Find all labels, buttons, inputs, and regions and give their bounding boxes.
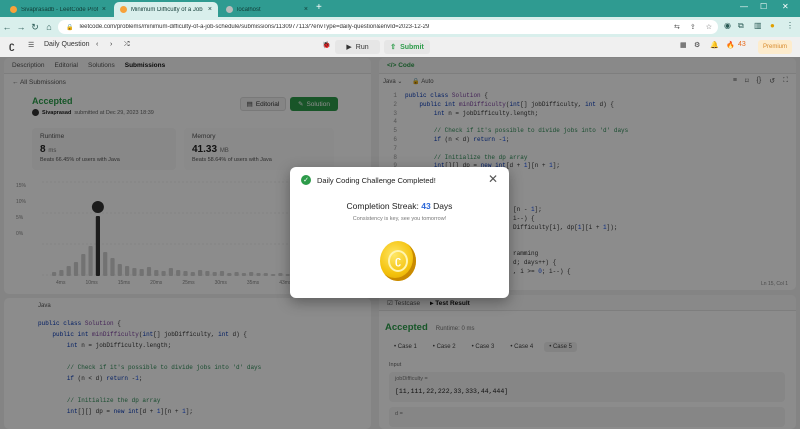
url-field[interactable]: 🔒 leetcode.com/problems/minimum-difficul… [58,20,718,34]
problem-list-title[interactable]: Daily Question [44,41,90,48]
sidebar-icon[interactable]: ▥ [754,21,762,30]
browser-tab-profile[interactable]: Sivaprasadb - LeetCode Profile × [4,2,112,17]
settings-gear-icon[interactable]: ⚙ [694,41,700,49]
minimize-icon[interactable]: — [740,2,748,11]
close-icon[interactable]: × [304,6,308,13]
streak-fire-icon[interactable]: 🔥 [726,41,735,49]
bookmark-star-icon[interactable]: ☆ [706,23,712,31]
leetcode-favicon [120,6,127,13]
dialog-title: Daily Coding Challenge Completed! [317,175,436,185]
check-circle-icon: ✓ [301,175,311,185]
new-tab-icon[interactable]: + [316,2,322,13]
globe-icon [226,6,233,13]
translate-icon[interactable]: ⇆ [674,23,680,31]
challenge-completed-dialog: ✓ Daily Coding Challenge Completed! ✕ Co… [290,167,509,298]
leetcode-logo[interactable]: ʗ [9,41,20,53]
extension-icon[interactable]: ◉ [724,21,731,30]
completion-streak: Completion Streak: 43 Days [346,201,453,211]
forward-icon[interactable]: → [14,22,28,32]
maximize-icon[interactable]: ☐ [760,2,767,11]
share-icon[interactable]: ⇪ [690,23,696,31]
dialog-close-button[interactable]: ✕ [488,172,498,186]
problem-list-icon[interactable]: ☰ [28,41,34,49]
next-problem-icon[interactable]: › [110,41,112,48]
extensions-puzzle-icon[interactable]: ⧉ [738,21,744,31]
close-icon[interactable]: × [102,6,106,13]
header-streak-count: 43 [738,41,746,48]
lock-icon: 🔒 [66,24,74,31]
streak-count: 43 [421,201,431,211]
submit-button[interactable]: ⇧ Submit [384,40,430,54]
upload-icon: ⇧ [390,44,397,51]
menu-dots-icon[interactable]: ⋮ [786,21,794,30]
browser-tab-bar: Sivaprasadb - LeetCode Profile × Minimum… [0,0,800,17]
reload-icon[interactable]: ↻ [28,22,42,33]
leetcode-favicon [10,6,17,13]
premium-button[interactable]: Premium [758,40,792,54]
run-button[interactable]: ▶ Run [335,40,380,54]
close-icon[interactable]: × [208,6,212,13]
leetcode-header: ʗ ☰ Daily Question ‹ › ⤮ 🐞 ▶ Run ⇧ Submi… [0,37,800,57]
browser-tab-localhost[interactable]: localhost × [220,2,314,17]
back-icon[interactable]: ← [0,22,14,32]
notification-icon[interactable]: 🔔 [710,41,719,49]
prev-problem-icon[interactable]: ‹ [96,41,98,48]
window-close-icon[interactable]: ✕ [782,2,789,11]
layout-icon[interactable]: ▦ [680,41,687,49]
profile-avatar[interactable]: ● [770,21,775,30]
play-icon: ▶ [346,44,352,51]
shuffle-icon[interactable]: ⤮ [124,41,130,49]
home-icon[interactable]: ⌂ [42,22,56,32]
browser-tab-problem[interactable]: Minimum Difficulty of a Job Sc... × [114,2,218,17]
address-toolbar: ← → ↻ ⌂ 🔒 leetcode.com/problems/minimum-… [0,17,800,37]
dialog-subtitle: Consistency is key, see you tomorrow! [352,216,447,222]
debug-icon[interactable]: 🐞 [322,41,331,49]
leetcode-coin-icon: ʗ [380,241,416,281]
